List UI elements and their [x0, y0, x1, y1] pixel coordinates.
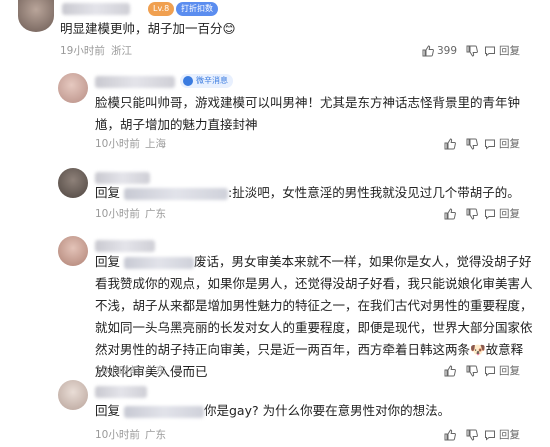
- reply-button[interactable]: 回复: [484, 207, 520, 221]
- dislike-button[interactable]: [466, 137, 478, 151]
- like-button[interactable]: 399: [422, 44, 457, 58]
- comment-text: 明显建模更帅，胡子加一百分😊: [60, 21, 236, 36]
- comment-bubble-icon: [484, 365, 496, 377]
- username-blurred[interactable]: [95, 76, 175, 88]
- comment-bubble-icon: [484, 45, 496, 57]
- smile-emoji: 😊: [222, 21, 236, 36]
- dislike-button[interactable]: [466, 364, 478, 378]
- thumbs-down-icon: [466, 45, 478, 57]
- like-button[interactable]: [444, 428, 456, 442]
- badge-icon: [183, 76, 193, 86]
- reply-button[interactable]: 回复: [484, 137, 520, 151]
- comment-text: 脸模只能叫帅哥，游戏建模可以叫男神！尤其是东方神话志怪背景里的青年钟馗，胡子增加…: [95, 95, 521, 132]
- thumbs-up-icon: [444, 138, 456, 150]
- comment-location: 广东: [145, 365, 166, 377]
- tag-badge: 微辛消息: [180, 74, 233, 88]
- comment-location: 广东: [145, 429, 166, 441]
- thumbs-down-icon: [466, 429, 478, 441]
- thumbs-up-icon: [422, 45, 434, 57]
- username-blurred[interactable]: [62, 3, 130, 15]
- thumbs-up-icon: [444, 429, 456, 441]
- replied-username-blurred[interactable]: [124, 187, 228, 200]
- replied-username-blurred[interactable]: [124, 256, 194, 269]
- comment-location: 上海: [145, 138, 166, 150]
- like-count: 399: [437, 45, 458, 57]
- level-badge: Lv.8: [148, 2, 175, 16]
- dog-emoji: 🐶: [470, 342, 486, 357]
- thumbs-up-icon: [444, 208, 456, 220]
- comment-location: 广东: [145, 208, 166, 220]
- comment-bubble-icon: [484, 208, 496, 220]
- avatar[interactable]: [18, 0, 54, 32]
- reply-prefix: 回复: [95, 254, 121, 269]
- comment-time: 19小时前: [60, 45, 105, 57]
- username-blurred[interactable]: [95, 386, 147, 398]
- like-button[interactable]: [444, 207, 456, 221]
- dislike-button[interactable]: [466, 207, 478, 221]
- thumbs-down-icon: [466, 138, 478, 150]
- comment-bubble-icon: [484, 138, 496, 150]
- thumbs-down-icon: [466, 208, 478, 220]
- reply-button[interactable]: 回复: [484, 364, 520, 378]
- comment-time: 10小时前: [95, 429, 140, 441]
- comment-text: 回复 你是gay? 为什么你要在意男性对你的想法。: [95, 403, 451, 418]
- tag-badge: 打折扣数: [176, 2, 218, 16]
- avatar[interactable]: [58, 73, 88, 103]
- like-button[interactable]: [444, 137, 456, 151]
- comment-location: 浙江: [111, 45, 132, 57]
- comment-text: 回复 :扯淡吧，女性意淫的男性我就没见过几个带胡子的。: [95, 185, 520, 200]
- dislike-button[interactable]: [466, 428, 478, 442]
- comment-time: 10小时前: [95, 365, 140, 377]
- replied-username-blurred[interactable]: [124, 405, 204, 418]
- reply-button[interactable]: 回复: [484, 44, 520, 58]
- reply-prefix: 回复: [95, 185, 121, 200]
- avatar[interactable]: [58, 168, 88, 198]
- thumbs-down-icon: [466, 365, 478, 377]
- reply-button[interactable]: 回复: [484, 428, 520, 442]
- comment-time: 10小时前: [95, 208, 140, 220]
- comment-bubble-icon: [484, 429, 496, 441]
- thumbs-up-icon: [444, 365, 456, 377]
- dislike-button[interactable]: [466, 44, 478, 58]
- comment-time: 10小时前: [95, 138, 140, 150]
- avatar[interactable]: [58, 236, 88, 266]
- like-button[interactable]: [444, 364, 456, 378]
- reply-prefix: 回复: [95, 403, 121, 418]
- avatar[interactable]: [58, 380, 88, 410]
